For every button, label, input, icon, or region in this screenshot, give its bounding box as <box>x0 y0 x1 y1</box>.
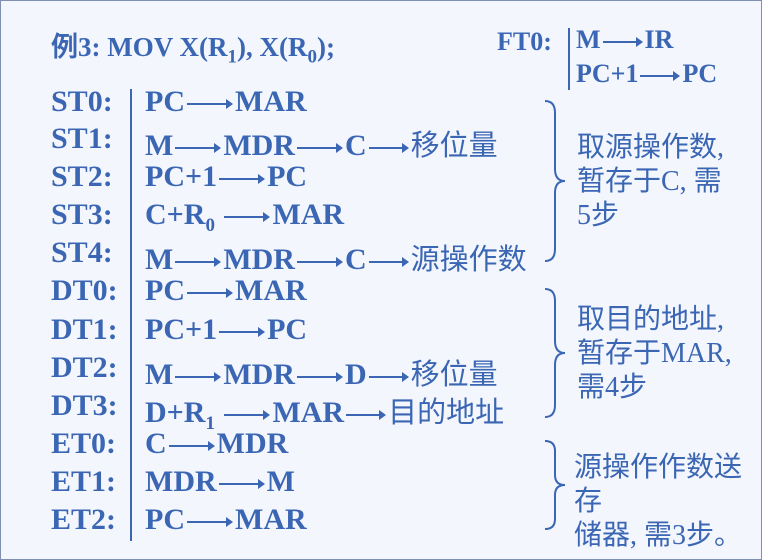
step-op-dt1: PC+1 PC <box>145 313 308 346</box>
arrow-icon <box>187 99 233 110</box>
step-op-st1: M MDR C 移位量 <box>145 129 498 162</box>
page-title: 例3: MOV X(R1), X(R0); <box>51 32 335 68</box>
arrow-icon <box>640 71 681 82</box>
step-divider <box>130 89 132 541</box>
arrow-icon <box>168 441 215 452</box>
arrow-icon <box>187 288 233 299</box>
annotation-dst: 取目的地址, 暂存于MAR, 需4步 <box>577 304 732 403</box>
step-note: 移位量 <box>410 130 498 162</box>
arrow-icon <box>175 143 222 154</box>
arrow-icon <box>224 212 271 223</box>
arrow-icon <box>296 257 343 268</box>
step-op-et1: MDR M <box>145 465 295 498</box>
step-note: 目的地址 <box>388 397 505 429</box>
brace-src <box>544 100 566 262</box>
fetch-line-1: M IR <box>576 25 674 54</box>
step-label: ST4: <box>51 236 113 269</box>
step-label: ST0: <box>51 85 113 118</box>
fetch-label: FT0: <box>497 27 552 56</box>
arrow-icon <box>218 479 265 490</box>
arrow-icon <box>368 143 409 154</box>
step-label: ST3: <box>51 198 113 231</box>
step-label: DT0: <box>51 274 118 307</box>
fetch-divider <box>568 28 570 90</box>
arrow-icon <box>296 143 343 154</box>
arrow-icon <box>602 37 643 48</box>
step-op-et2: PC MAR <box>145 503 307 536</box>
step-op-st2: PC+1 PC <box>145 160 308 193</box>
step-note: 源操作数 <box>410 244 527 276</box>
slide: 例3: MOV X(R1), X(R0); FT0: M IR PC+1 PC ST… <box>0 0 762 560</box>
arrow-icon <box>175 257 222 268</box>
arrow-icon <box>219 327 266 338</box>
step-op-dt0: PC MAR <box>145 274 307 307</box>
step-label: ST1: <box>51 122 113 155</box>
step-label: ET2: <box>51 503 117 536</box>
step-label: DT3: <box>51 389 118 422</box>
arrow-icon <box>368 372 409 383</box>
step-label: ET0: <box>51 427 117 460</box>
step-op-st4: M MDR C 源操作数 <box>145 243 527 276</box>
step-op-st0: PC MAR <box>145 85 307 118</box>
step-op-dt2: M MDR D 移位量 <box>145 358 498 391</box>
annotation-src: 取源操作数, 暂存于C, 需 5步 <box>577 132 725 231</box>
arrow-icon <box>175 372 222 383</box>
step-label: DT2: <box>51 351 118 384</box>
annotation-exe: 源操作作数送存 储器, 需3步。 <box>574 452 743 551</box>
arrow-icon <box>224 410 271 421</box>
brace-dst <box>544 288 566 418</box>
step-note: 移位量 <box>410 359 498 391</box>
step-op-et0: C MDR <box>145 427 289 460</box>
step-label: DT1: <box>51 313 118 346</box>
brace-exe <box>544 440 566 530</box>
step-label: ET1: <box>51 465 117 498</box>
arrow-icon <box>296 372 343 383</box>
step-op-st3: C+R0 MAR <box>145 198 345 236</box>
fetch-line-2: PC+1 PC <box>576 59 718 88</box>
arrow-icon <box>346 410 387 421</box>
arrow-icon <box>219 174 266 185</box>
arrow-icon <box>187 517 233 528</box>
step-label: ST2: <box>51 160 113 193</box>
arrow-icon <box>368 257 409 268</box>
